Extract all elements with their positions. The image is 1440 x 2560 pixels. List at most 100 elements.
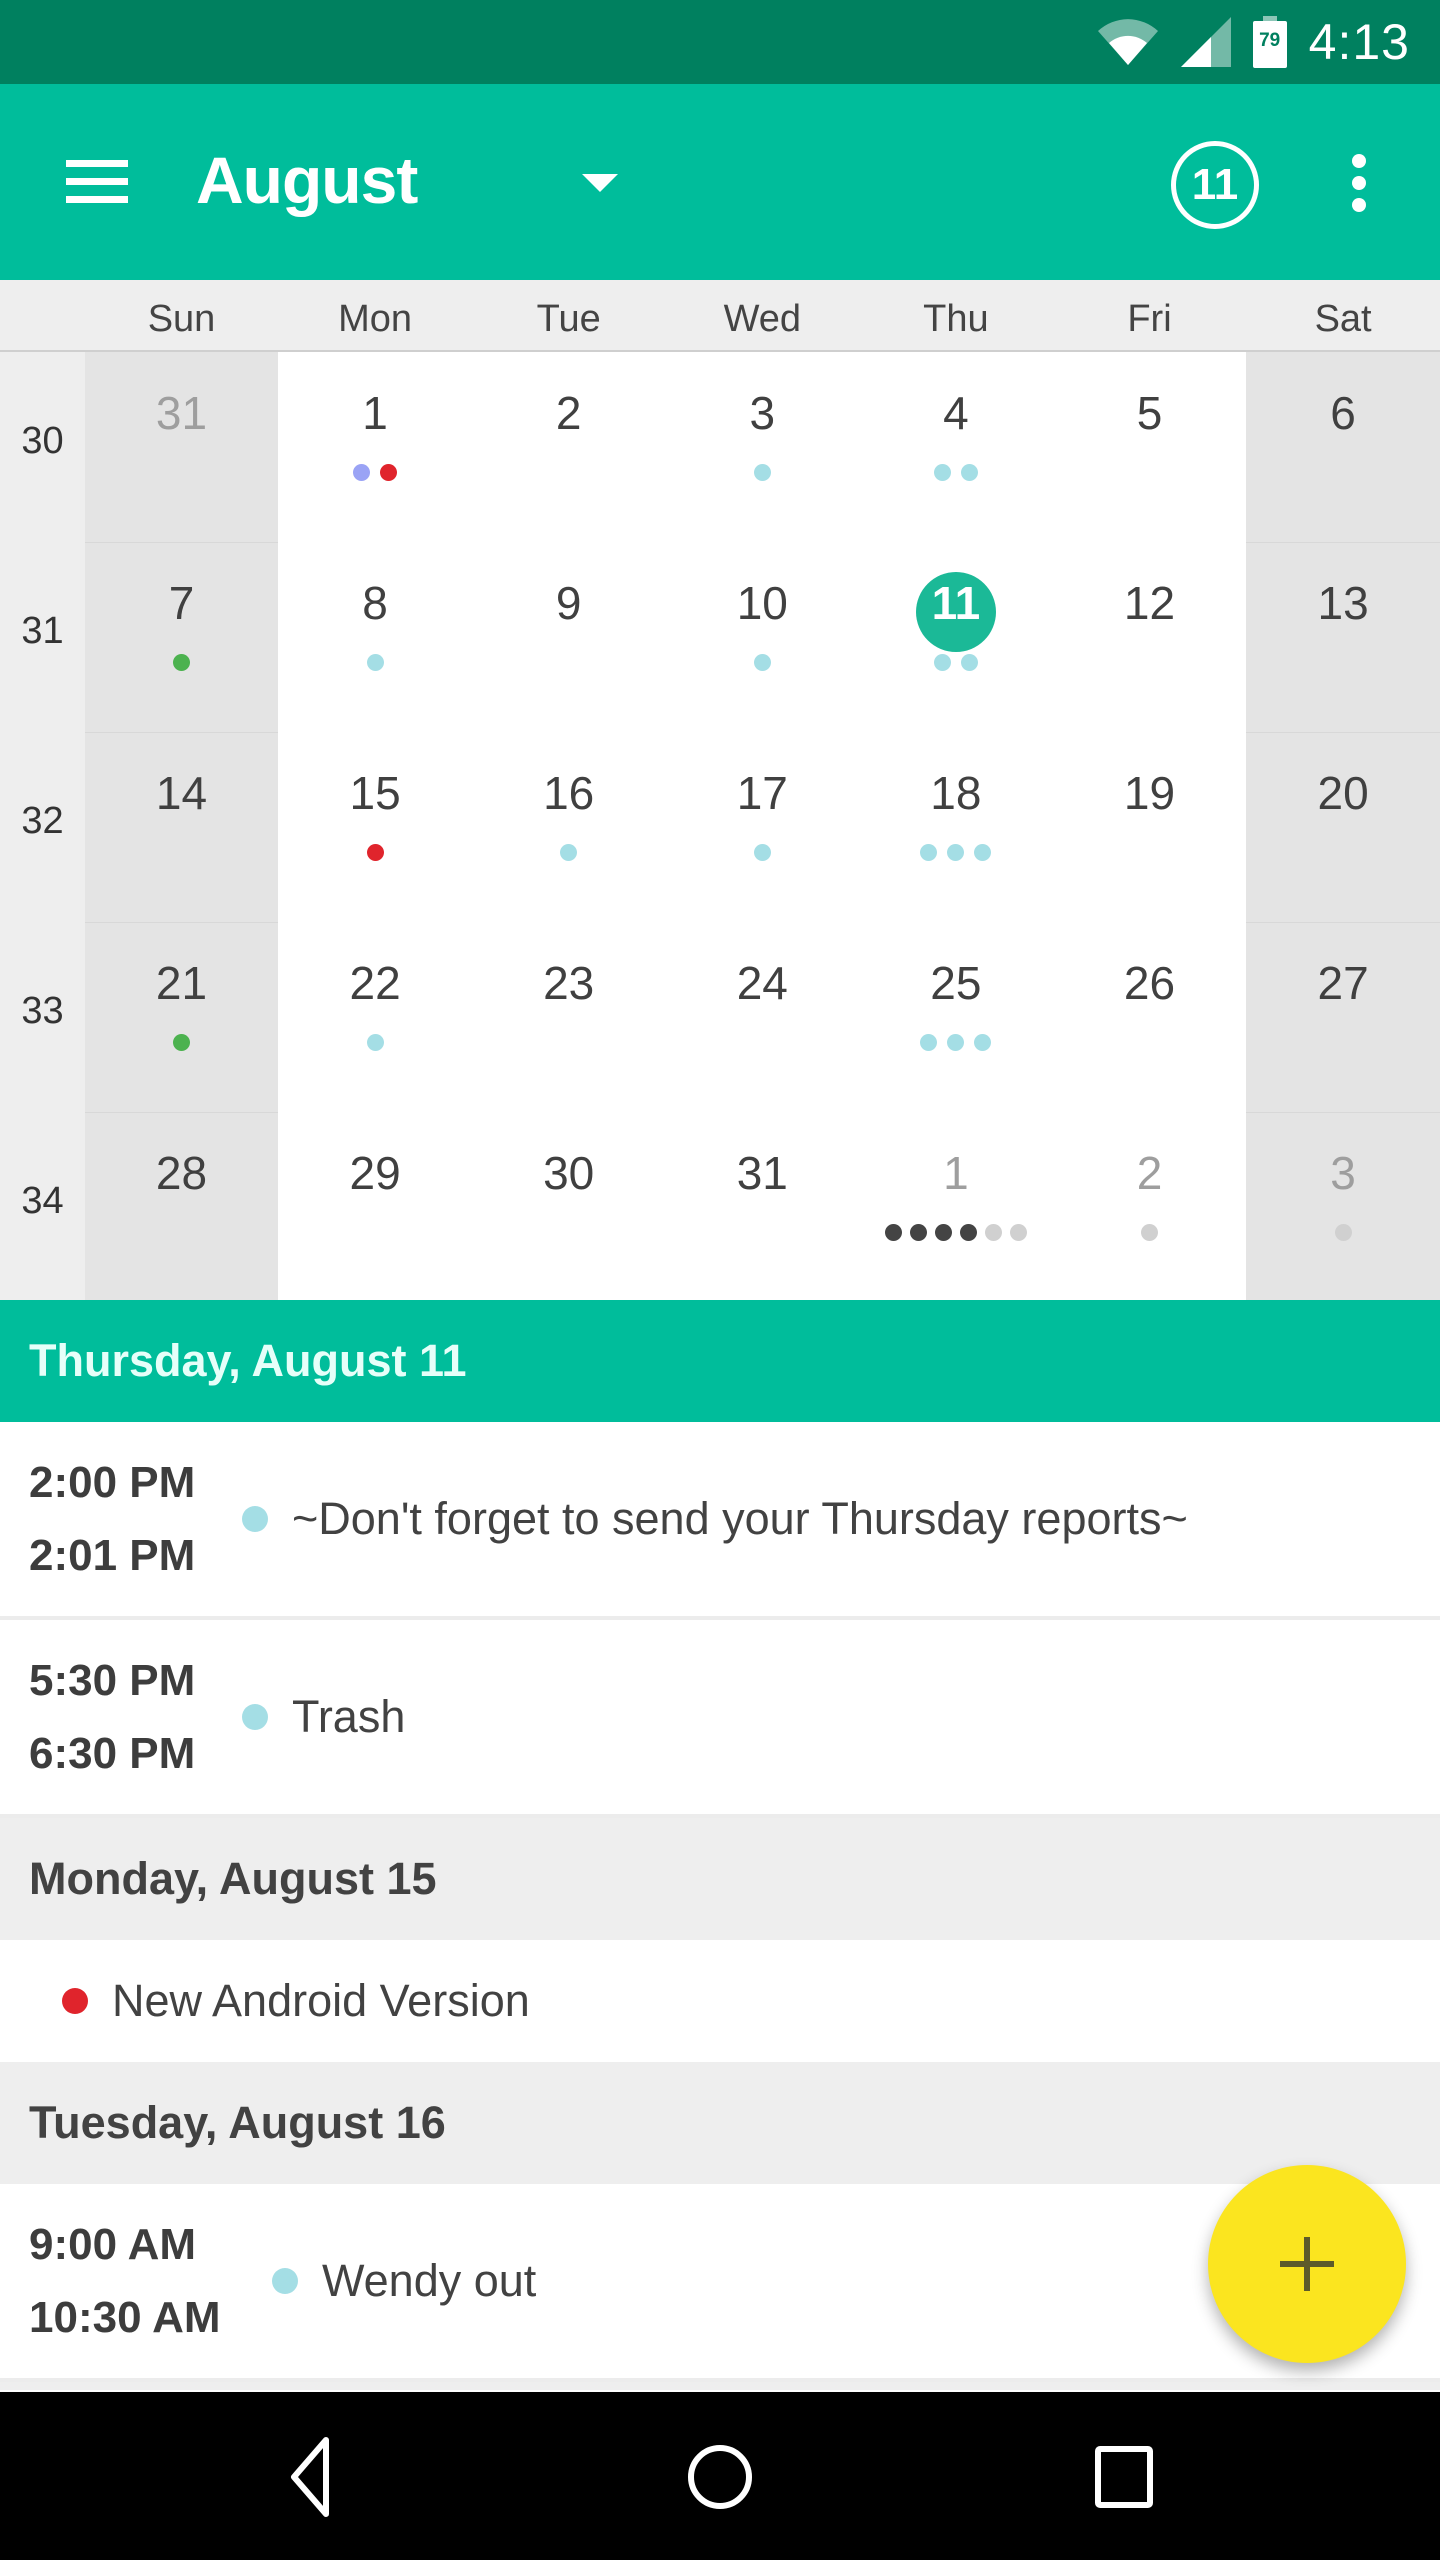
day-cell[interactable]: 1 [859,1112,1052,1302]
day-cell[interactable]: 17 [666,732,859,922]
day-cell[interactable]: 5 [1053,352,1246,542]
event-dot [947,1034,965,1051]
day-cell[interactable]: 23 [472,922,665,1112]
day-cell[interactable]: 2 [472,352,665,542]
day-cell[interactable]: 29 [279,1112,472,1302]
app-bar: August 11 [0,84,1440,280]
agenda-event[interactable]: 2:00 PM 2:01 PM ~Don't forget to send your… [0,1422,1440,1620]
weekday-label: Thu [923,298,989,340]
event-dots [666,844,859,861]
today-button[interactable]: 11 [1171,141,1259,229]
event-dot [1334,1224,1352,1241]
event-title: New Android Version [112,1975,530,2026]
day-number: 17 [736,767,788,819]
day-cell-today[interactable]: 11 [859,542,1052,732]
day-cell[interactable]: 27 [1247,922,1440,1112]
day-cell[interactable]: 16 [472,732,665,922]
day-number: 18 [930,767,982,819]
event-dot [909,1224,927,1241]
day-cell[interactable]: 21 [85,922,278,1112]
battery-icon: 79 [1252,16,1287,68]
event-dot [1009,1224,1027,1241]
day-cell[interactable]: 19 [1053,732,1246,922]
event-dot [934,1224,952,1241]
event-dot [366,844,384,861]
month-calendar: Sun Mon Tue Wed Thu Fri Sat 30 31 32 33 34 31 1 2 3 4 5… [0,280,1440,1300]
event-times: 9:00 AM 10:30 AM [0,2208,272,2354]
event-end-time: 6:30 PM [29,1729,196,1778]
weekday-label: Sat [1314,298,1372,340]
weekday-label: Fri [1127,298,1172,340]
home-icon[interactable] [670,2432,770,2522]
event-dot [920,844,938,861]
day-cell[interactable]: 31 [85,352,278,542]
recents-icon[interactable] [1075,2432,1175,2522]
event-dot [173,1034,190,1051]
day-number: 25 [930,957,982,1009]
event-dot [753,464,771,481]
agenda-day-header: Thursday, August 11 [0,1300,1440,1422]
day-cell[interactable]: 14 [85,732,278,922]
add-event-button[interactable] [1208,2165,1406,2363]
day-cell[interactable]: 12 [1053,542,1246,732]
event-dot [560,844,578,861]
week-number: 31 [21,610,64,652]
day-number: 20 [1317,767,1369,819]
agenda-day-header: Monday, August 15 [0,1818,1440,1940]
event-dot [960,654,978,671]
event-times: 2:00 PM 2:01 PM [0,1446,242,1592]
day-cell[interactable]: 10 [666,542,859,732]
day-number: 7 [168,577,195,629]
day-cell[interactable]: 30 [472,1112,665,1302]
day-cell[interactable]: 24 [666,922,859,1112]
day-cell[interactable]: 8 [279,542,472,732]
day-cell[interactable]: 1 [279,352,472,542]
day-cell[interactable]: 20 [1247,732,1440,922]
dropdown-icon[interactable] [582,174,618,192]
event-dot [1141,1224,1158,1241]
weekday-label: Wed [723,298,802,340]
day-cell[interactable]: 4 [859,352,1052,542]
event-color-dot [242,1506,268,1532]
event-dot [173,654,190,671]
day-number: 6 [1330,387,1356,439]
day-number: 3 [749,387,776,439]
navigation-bar [0,2392,1440,2560]
more-vert-icon[interactable] [1346,152,1378,216]
event-times: 5:30 PM 6:30 PM [0,1644,242,1790]
day-cell[interactable]: 18 [859,732,1052,922]
day-cell[interactable]: 28 [85,1112,278,1302]
event-dot [380,464,398,481]
status-bar: 79 4:13 [0,0,1440,84]
day-cell[interactable]: 22 [279,922,472,1112]
event-dots [666,654,859,671]
day-cell[interactable]: 2 [1053,1112,1246,1302]
agenda-event[interactable]: 5:30 PM 6:30 PM Trash [0,1620,1440,1818]
day-number: 4 [943,387,969,439]
day-number: 11 [931,577,981,629]
day-cell[interactable]: 3 [666,352,859,542]
day-cell[interactable]: 15 [279,732,472,922]
back-icon[interactable] [270,2432,370,2522]
day-number: 24 [736,957,788,1009]
day-cell[interactable]: 13 [1247,542,1440,732]
day-cell[interactable]: 3 [1247,1112,1440,1302]
day-cell[interactable]: 25 [859,922,1052,1112]
day-number: 26 [1123,957,1176,1009]
menu-icon[interactable] [62,154,130,210]
weekday-label: Mon [338,298,413,340]
event-color-dot [242,1704,268,1730]
agenda-day-header: Tuesday, August 16 [0,2062,1440,2184]
day-cell[interactable]: 6 [1247,352,1440,542]
day-cell[interactable]: 7 [85,542,278,732]
day-cell[interactable]: 9 [472,542,665,732]
agenda-event[interactable]: New Android Version [0,1940,1440,2062]
month-title[interactable]: August [196,142,418,218]
week-number: 32 [21,800,64,842]
day-cell[interactable]: 26 [1053,922,1246,1112]
event-dot [974,1034,992,1051]
day-number: 15 [349,767,401,819]
event-dots [1053,1224,1246,1241]
day-number: 1 [362,387,388,439]
day-cell[interactable]: 31 [666,1112,859,1302]
